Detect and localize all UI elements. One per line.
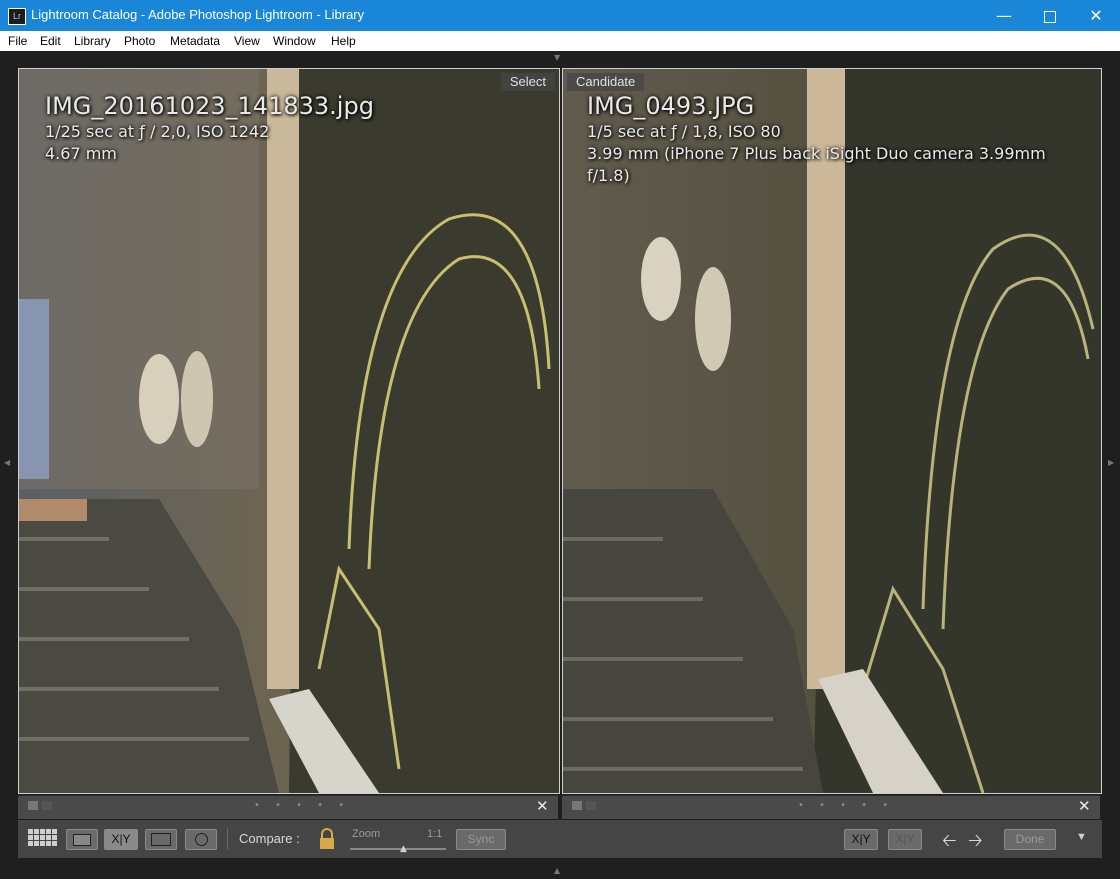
menu-window[interactable]: Window [273, 34, 316, 48]
select-tag: Select [500, 73, 555, 91]
select-filename: IMG_20161023_141833.jpg [45, 92, 374, 120]
menu-edit[interactable]: Edit [40, 34, 61, 48]
select-info-overlay: IMG_20161023_141833.jpg 1/25 sec at ƒ / … [45, 91, 374, 165]
candidate-info-bar: • • • • • ✕ [562, 795, 1100, 819]
menu-help[interactable]: Help [331, 34, 356, 48]
zoom-slider-thumb[interactable]: ▲ [400, 844, 407, 854]
candidate-info-overlay: IMG_0493.JPG 1/5 sec at ƒ / 1,8, ISO 80 … [587, 91, 1087, 187]
menu-metadata[interactable]: Metadata [170, 34, 220, 48]
minimize-icon[interactable]: — [981, 0, 1027, 31]
maximize-icon[interactable] [1027, 0, 1073, 31]
grid-view-icon[interactable] [28, 829, 58, 850]
menu-file[interactable]: File [8, 34, 27, 48]
select-image-pane[interactable]: Select IMG_20161023_141833.jpg 1/25 sec … [18, 68, 560, 794]
right-panel-toggle-icon[interactable]: ▶ [1108, 458, 1114, 467]
select-focal-length: 4.67 mm [45, 144, 117, 163]
top-panel-toggle-icon[interactable]: ▼ [554, 53, 560, 62]
done-button[interactable]: Done [1004, 829, 1056, 850]
select-photo [19, 69, 559, 793]
flag-icon[interactable] [28, 801, 38, 810]
close-pane-icon[interactable]: ✕ [536, 797, 549, 815]
left-panel-toggle-icon[interactable]: ◀ [4, 458, 10, 467]
compare-view-button[interactable]: X|Y [104, 829, 138, 850]
select-exposure: 1/25 sec at ƒ / 2,0, ISO 1242 [45, 122, 270, 141]
loupe-view-icon[interactable] [66, 829, 98, 850]
rating-stars[interactable]: • • • • • [254, 800, 350, 811]
bottom-toolbar: X|Y Compare : Zoom 1:1 ▲ Sync X|Y X|Y 🡠 … [18, 820, 1102, 858]
zoom-ratio: 1:1 [427, 828, 443, 840]
toolbar-separator [227, 828, 228, 850]
reject-flag-icon[interactable] [42, 801, 52, 810]
menu-view[interactable]: View [234, 34, 260, 48]
zoom-label: Zoom [352, 828, 381, 840]
arrow-left-icon[interactable]: 🡠 [942, 828, 957, 858]
sync-button[interactable]: Sync [456, 829, 506, 850]
zoom-slider[interactable] [350, 848, 446, 850]
select-info-bar: • • • • • ✕ [18, 795, 558, 819]
rating-stars[interactable]: • • • • • [798, 800, 894, 811]
close-pane-icon[interactable]: ✕ [1078, 797, 1091, 815]
swap-button[interactable]: X|Y [844, 829, 878, 850]
candidate-filename: IMG_0493.JPG [587, 92, 755, 120]
compare-label: Compare : [239, 831, 300, 846]
people-view-icon[interactable] [185, 829, 217, 850]
candidate-exposure: 1/5 sec at ƒ / 1,8, ISO 80 [587, 122, 781, 141]
make-select-button[interactable]: X|Y [888, 829, 922, 850]
lock-icon[interactable] [319, 828, 335, 850]
candidate-image-pane[interactable]: Candidate IMG_0493.JPG 1/5 sec at ƒ / 1,… [562, 68, 1102, 794]
menu-photo[interactable]: Photo [124, 34, 155, 48]
window-title: Lightroom Catalog - Adobe Photoshop Ligh… [31, 7, 365, 22]
candidate-focal-length-cont: f/1.8) [587, 166, 630, 185]
close-icon[interactable]: ✕ [1073, 0, 1119, 31]
bottom-panel-toggle-icon[interactable]: ▲ [554, 866, 560, 875]
menu-bar: File Edit Library Photo Metadata View Wi… [0, 31, 1120, 51]
flag-icon[interactable] [572, 801, 582, 810]
chevron-down-icon[interactable]: ▼ [1076, 831, 1087, 843]
lightroom-app-icon: Lr [8, 8, 26, 25]
title-bar: Lr Lightroom Catalog - Adobe Photoshop L… [0, 0, 1120, 31]
candidate-focal-length: 3.99 mm (iPhone 7 Plus back iSight Duo c… [587, 144, 1046, 163]
arrow-right-icon[interactable]: 🡢 [968, 828, 983, 858]
candidate-tag: Candidate [567, 73, 645, 91]
survey-view-icon[interactable] [145, 829, 177, 850]
menu-library[interactable]: Library [74, 34, 111, 48]
reject-flag-icon[interactable] [586, 801, 596, 810]
